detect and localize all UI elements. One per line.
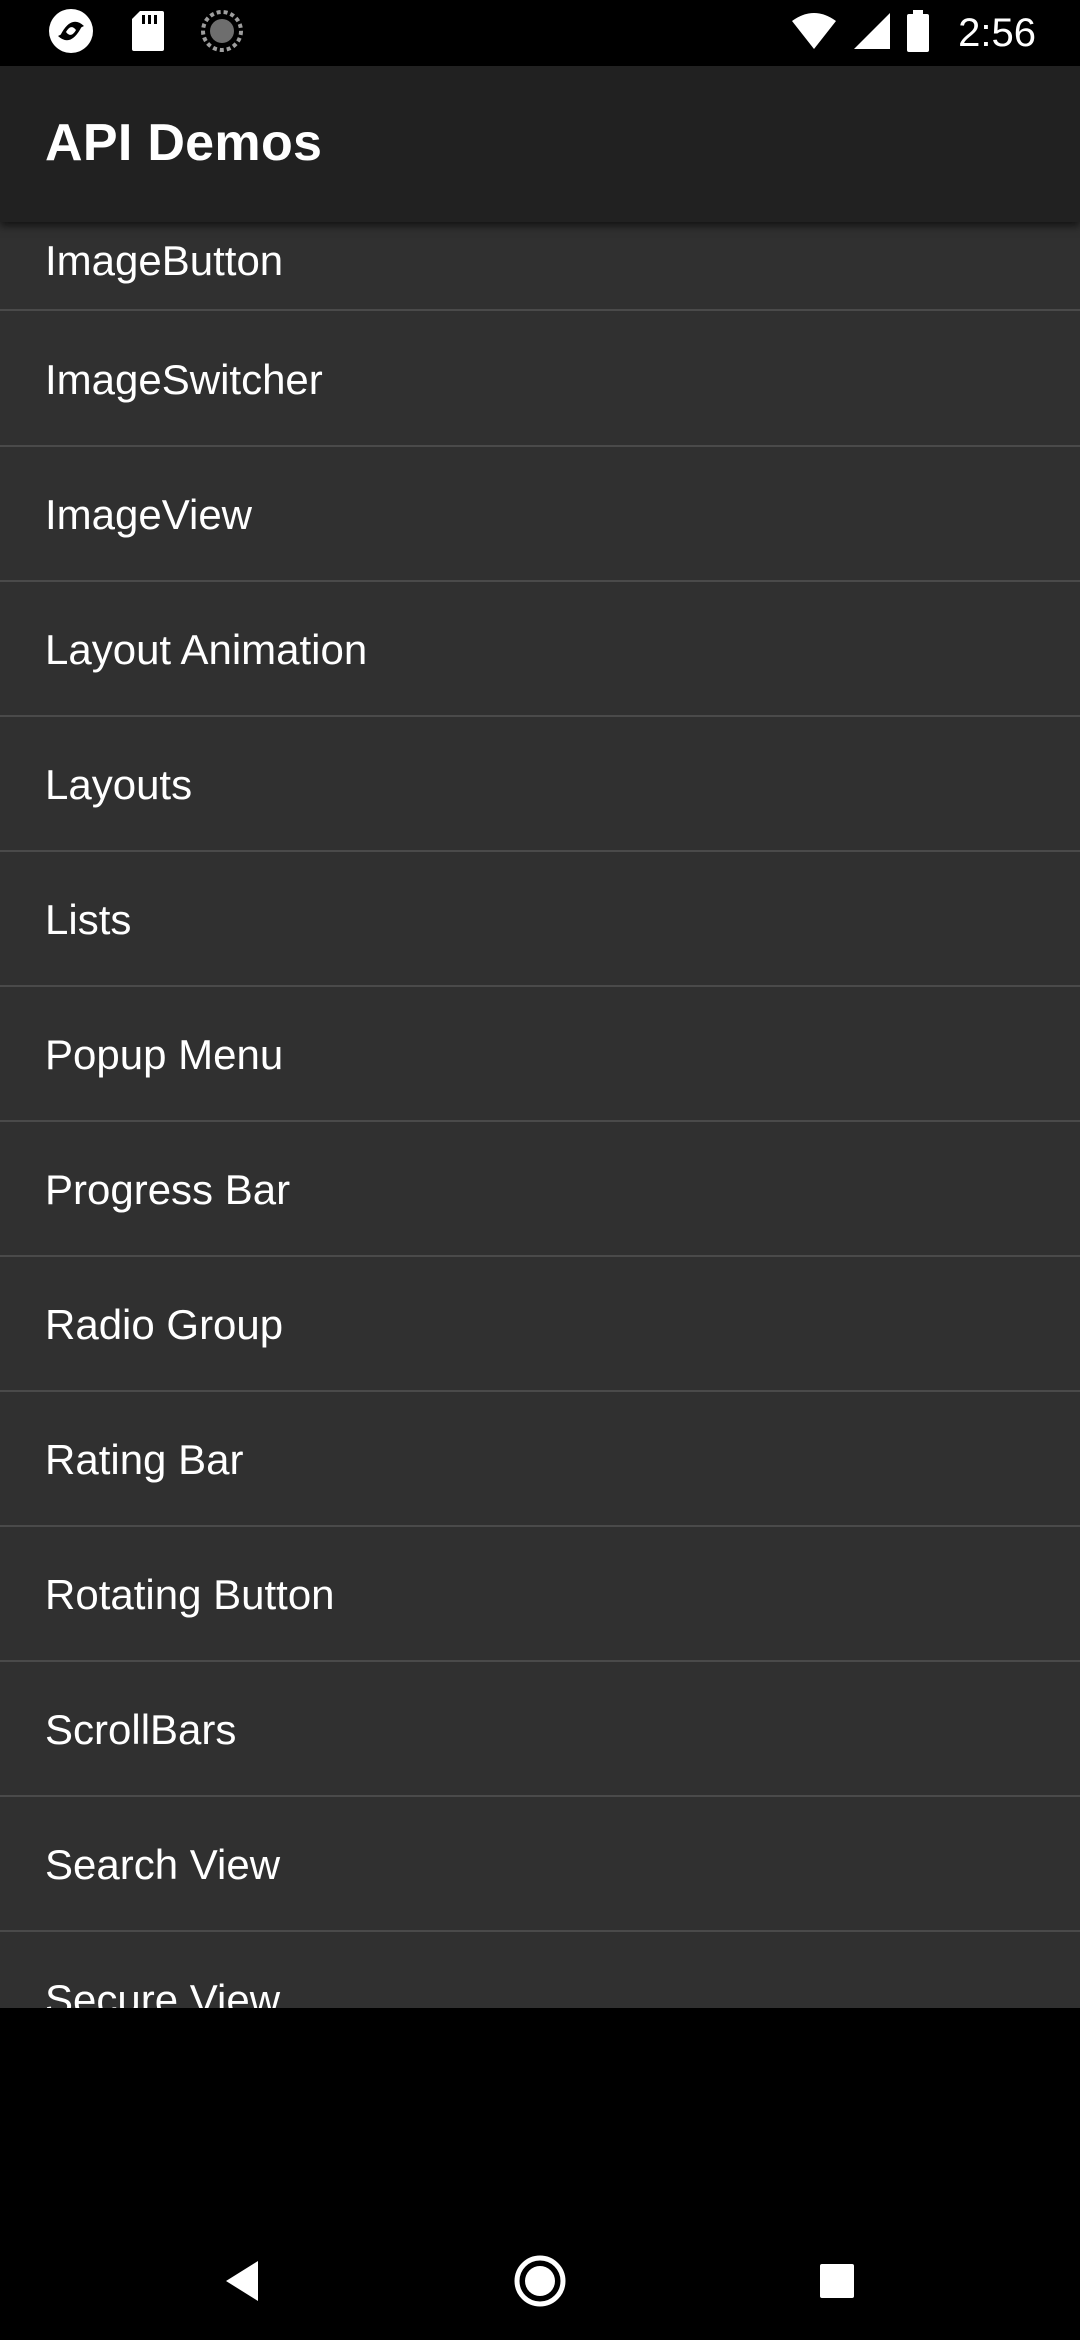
list-item-label: ScrollBars (45, 1706, 237, 1753)
list-item[interactable]: Popup Menu (0, 988, 1080, 1122)
list-item-label: Rotating Button (45, 1571, 335, 1618)
list-item-label: Lists (45, 896, 132, 943)
home-icon (513, 2254, 567, 2313)
demo-list[interactable]: ImageButton ImageSwitcher ImageView Layo… (0, 222, 1080, 2008)
list-item-label: Popup Menu (45, 1031, 284, 1078)
list-item[interactable]: Rotating Button (0, 1528, 1080, 1662)
list-item[interactable]: Progress Bar (0, 1123, 1080, 1257)
battery-icon (906, 9, 930, 57)
list-item[interactable]: Lists (0, 853, 1080, 987)
wifi-icon (790, 11, 838, 56)
home-button[interactable] (500, 2243, 580, 2323)
list-item[interactable]: ImageView (0, 448, 1080, 582)
recents-icon (819, 2263, 855, 2304)
sync-icon (200, 9, 244, 58)
back-icon (222, 2259, 262, 2308)
list-item[interactable]: Radio Group (0, 1258, 1080, 1392)
status-left-icons (46, 8, 244, 58)
navigation-bar (0, 2008, 1080, 2340)
signal-icon (852, 11, 892, 56)
list-item-label: Radio Group (45, 1301, 284, 1348)
list-item-label: Layout Animation (45, 626, 368, 673)
list-item-label: Search View (45, 1841, 281, 1888)
list-item[interactable]: ScrollBars (0, 1663, 1080, 1797)
list-item[interactable]: Secure View (0, 1933, 1080, 2008)
list-item[interactable]: Search View (0, 1798, 1080, 1932)
sd-card-icon (130, 9, 166, 58)
list-item-label: Rating Bar (45, 1436, 244, 1483)
list-item[interactable]: ImageButton (0, 222, 1080, 311)
list-item-label: Progress Bar (45, 1166, 291, 1213)
status-time: 2:56 (958, 10, 1036, 55)
list-item-label: Secure View (45, 1976, 281, 2008)
recents-button[interactable] (797, 2243, 877, 2323)
list-item-label: ImageButton (45, 237, 284, 284)
list-item-label: Layouts (45, 761, 193, 808)
list-item-label: ImageView (45, 491, 253, 538)
status-right-icons: 2:56 (790, 8, 1036, 58)
list-item[interactable]: ImageSwitcher (0, 313, 1080, 447)
back-button[interactable] (202, 2243, 282, 2323)
status-bar: 2:56 (0, 0, 1080, 66)
list-item[interactable]: Layouts (0, 718, 1080, 852)
list-item-label: ImageSwitcher (45, 356, 323, 403)
list-item[interactable]: Layout Animation (0, 583, 1080, 717)
app-bar: API Demos (0, 66, 1080, 222)
app-notification-icon (46, 6, 96, 61)
page-title: API Demos (45, 114, 323, 172)
list-item[interactable]: Rating Bar (0, 1393, 1080, 1527)
